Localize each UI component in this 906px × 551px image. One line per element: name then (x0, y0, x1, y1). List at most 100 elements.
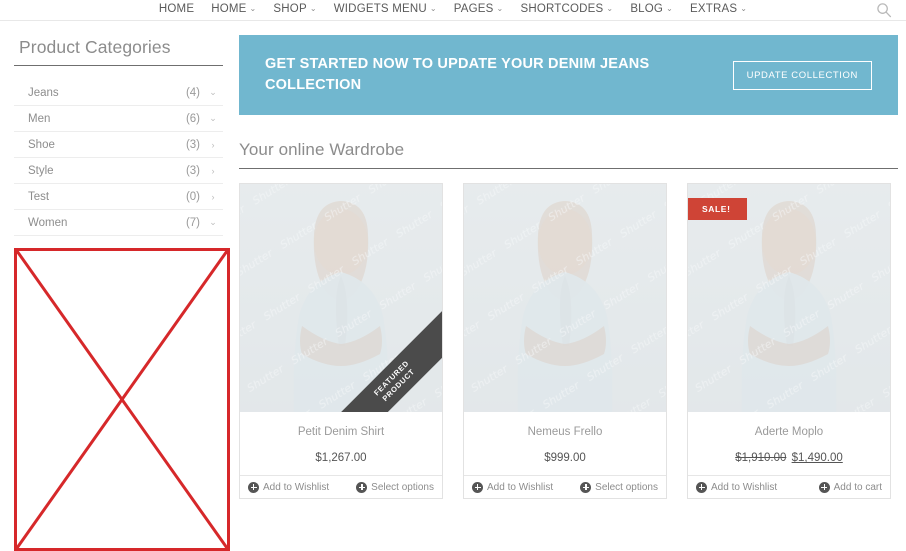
promo-banner-headline: GET STARTED NOW TO UPDATE YOUR DENIM JEA… (265, 56, 650, 93)
page-body: Product Categories Jeans (4) ⌄ Men (6) ⌄… (0, 21, 906, 551)
category-count: (4) (185, 86, 200, 99)
chevron-down-icon[interactable]: ⌄ (209, 87, 217, 98)
category-count: (3) (185, 164, 200, 177)
nav-label: PAGES (453, 3, 494, 15)
product-categories-list: Jeans (4) ⌄ Men (6) ⌄ Shoe (3) › Style (… (14, 80, 223, 236)
nav-label: SHORTCODES (520, 3, 604, 15)
category-count: (3) (185, 138, 200, 151)
nav-item-extras[interactable]: EXTRAS ⌄ (690, 0, 747, 19)
chevron-right-icon[interactable]: › (209, 166, 217, 176)
chevron-down-icon: ⌄ (496, 4, 504, 13)
category-meta: (7) ⌄ (186, 217, 217, 229)
add-to-wishlist-button[interactable]: Add to Wishlist (472, 481, 554, 493)
title-divider (14, 65, 223, 66)
add-to-cart-button[interactable]: Add to cart (818, 481, 882, 493)
plus-circle-icon (580, 481, 592, 493)
product-image[interactable]: Shutter (464, 184, 666, 412)
category-item-style[interactable]: Style (3) › (14, 158, 223, 184)
section-divider (239, 168, 898, 169)
category-meta: (3) › (186, 165, 217, 177)
product-actions: Add to Wishlist Select options (240, 475, 442, 498)
price-current: $1,267.00 (315, 452, 367, 464)
product-card[interactable]: Shutter (463, 183, 667, 499)
chevron-down-icon: ⌄ (249, 4, 257, 13)
chevron-right-icon[interactable]: › (209, 192, 217, 202)
section-title-wardrobe: Your online Wardrobe (239, 140, 405, 159)
plus-circle-icon (696, 481, 707, 493)
category-count: (7) (185, 216, 200, 229)
product-price: $999.00 (472, 451, 658, 465)
chevron-down-icon[interactable]: ⌄ (209, 217, 217, 228)
search-icon[interactable] (876, 0, 892, 19)
category-item-jeans[interactable]: Jeans (4) ⌄ (14, 80, 223, 106)
plus-circle-icon (356, 481, 368, 493)
product-info: Nemeus Frello $999.00 (464, 412, 666, 475)
nav-item-pages[interactable]: PAGES ⌄ (454, 0, 504, 19)
action-label: Add to Wishlist (711, 481, 778, 493)
nav-item-blog[interactable]: BLOG ⌄ (630, 0, 673, 19)
select-options-button[interactable]: Select options (356, 481, 434, 493)
chevron-right-icon[interactable]: › (209, 140, 217, 150)
add-to-wishlist-button[interactable]: Add to Wishlist (696, 481, 778, 493)
nav-label: EXTRAS (689, 3, 738, 15)
nav-item-home-1[interactable]: HOME (159, 0, 194, 19)
nav-item-home-2[interactable]: HOME ⌄ (211, 0, 256, 19)
plus-circle-icon (818, 481, 830, 493)
category-item-men[interactable]: Men (6) ⌄ (14, 106, 223, 132)
category-label: Style (28, 164, 54, 177)
category-item-women[interactable]: Women (7) ⌄ (14, 210, 223, 236)
category-meta: (6) ⌄ (186, 113, 217, 125)
category-label: Shoe (28, 138, 55, 151)
nav-item-shortcodes[interactable]: SHORTCODES ⌄ (520, 0, 613, 19)
product-image[interactable]: Shutter (688, 184, 890, 412)
product-actions: Add to Wishlist Add to cart (688, 475, 890, 498)
broken-image-placeholder (14, 248, 230, 551)
category-item-shoe[interactable]: Shoe (3) › (14, 132, 223, 158)
category-meta: (3) › (186, 139, 217, 151)
action-label: Select options (595, 481, 658, 493)
action-label: Add to Wishlist (487, 481, 554, 493)
category-label: Test (28, 190, 50, 203)
product-title[interactable]: Petit Denim Shirt (248, 425, 434, 439)
chevron-down-icon[interactable]: ⌄ (209, 113, 217, 124)
category-count: (0) (185, 190, 200, 203)
category-label: Women (28, 216, 68, 229)
nav-label: HOME (211, 3, 247, 15)
product-title[interactable]: Nemeus Frello (472, 425, 658, 439)
product-info: Petit Denim Shirt $1,267.00 (240, 412, 442, 475)
nav-label: SHOP (273, 3, 307, 15)
chevron-down-icon: ⌄ (429, 4, 437, 13)
product-card[interactable]: Shutter (687, 183, 891, 499)
action-label: Select options (371, 481, 434, 493)
nav-label: BLOG (630, 3, 664, 15)
product-title[interactable]: Aderte Moplo (696, 425, 882, 439)
product-price: $1,267.00 (248, 451, 434, 465)
update-collection-button[interactable]: UPDATE COLLECTION (732, 60, 872, 90)
action-label: Add to cart (833, 481, 882, 493)
product-actions: Add to Wishlist Select options (464, 475, 666, 498)
chevron-down-icon: ⌄ (606, 4, 614, 13)
chevron-down-icon: ⌄ (666, 4, 673, 13)
main-menu: HOME HOME ⌄ SHOP ⌄ WIDGETS MENU ⌄ PAGES … (0, 0, 906, 19)
price-current: $999.00 (544, 452, 586, 464)
chevron-down-icon: ⌄ (309, 4, 317, 13)
main-content: GET STARTED NOW TO UPDATE YOUR DENIM JEA… (225, 21, 906, 499)
nav-item-shop[interactable]: SHOP ⌄ (273, 0, 316, 19)
category-meta: (0) › (186, 191, 217, 203)
nav-item-widgets-menu[interactable]: WIDGETS MENU ⌄ (334, 0, 437, 19)
product-image[interactable]: Shutter (240, 184, 442, 412)
plus-circle-icon (472, 481, 483, 493)
category-item-test[interactable]: Test (0) › (14, 184, 223, 210)
price-original: $1,910.00 (735, 452, 787, 464)
add-to-wishlist-button[interactable]: Add to Wishlist (248, 481, 330, 493)
product-info: Aderte Moplo $1,910.00 $1,490.00 (688, 412, 890, 475)
product-price: $1,910.00 $1,490.00 (696, 451, 882, 465)
select-options-button[interactable]: Select options (580, 481, 658, 493)
price-current: $1,490.00 (791, 452, 843, 464)
sidebar: Product Categories Jeans (4) ⌄ Men (6) ⌄… (0, 21, 230, 551)
product-card[interactable]: Shutter (239, 183, 443, 499)
product-grid: Shutter (239, 183, 898, 499)
action-label: Add to Wishlist (263, 481, 330, 493)
plus-circle-icon (248, 481, 259, 493)
category-count: (6) (185, 112, 200, 125)
